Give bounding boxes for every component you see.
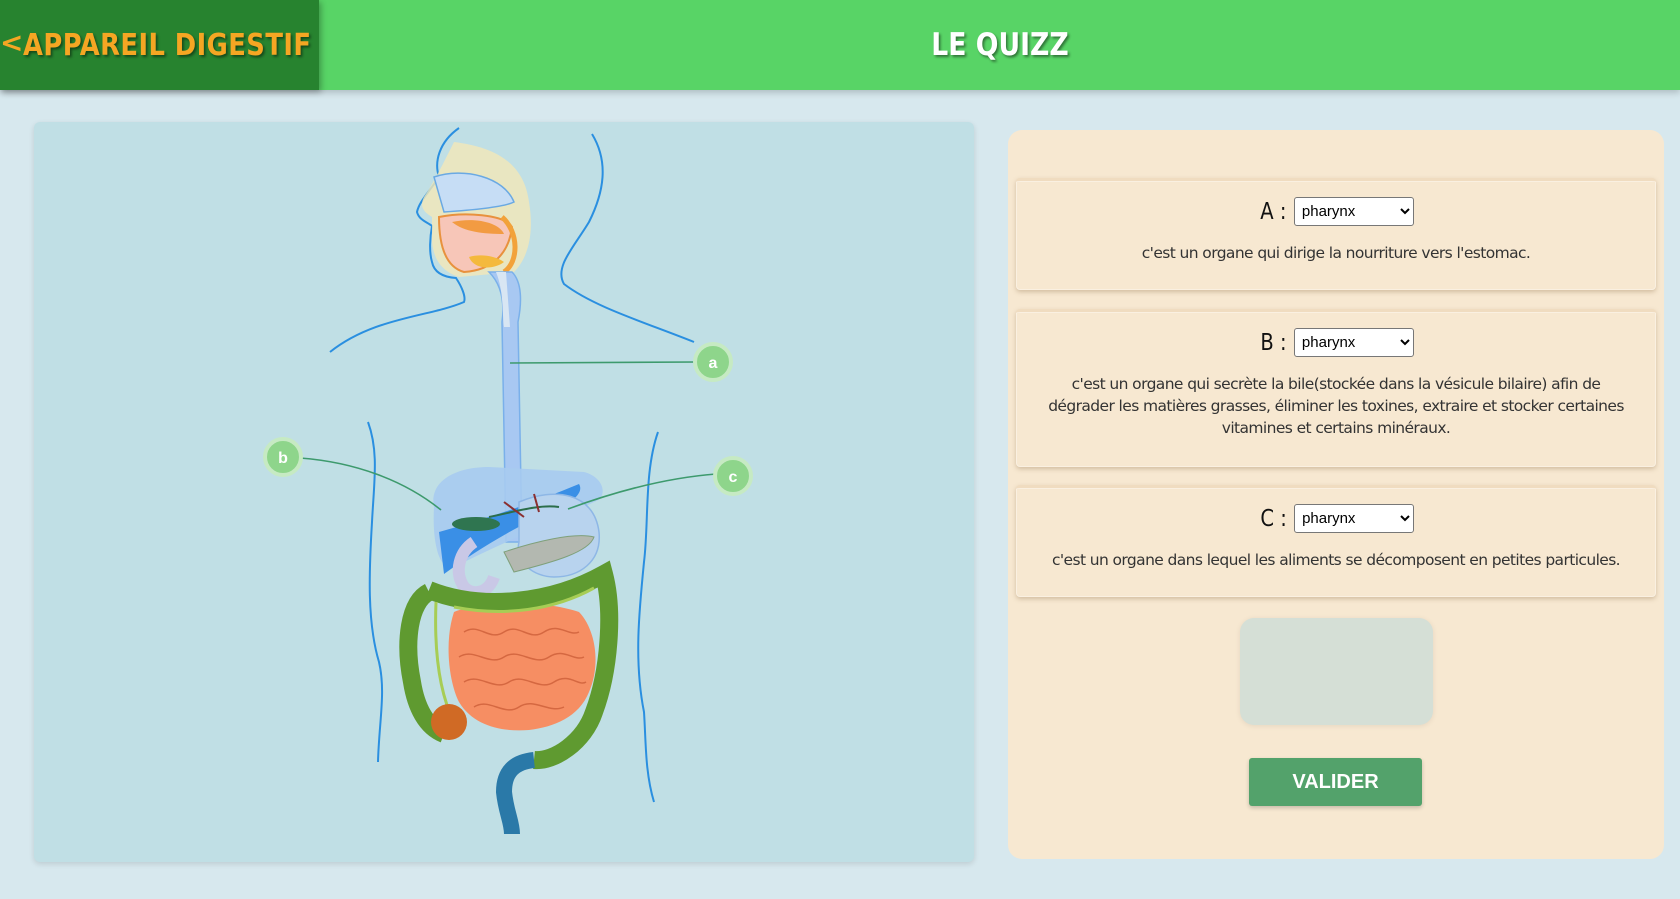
digestive-system-diagram: a b c [34, 122, 974, 862]
question-letter: B : [1260, 329, 1287, 356]
answer-select-a[interactable]: pharynx [1293, 197, 1414, 226]
back-button[interactable]: < APPAREIL DIGESTIF [0, 0, 319, 90]
page-title: LE QUIZZ [931, 27, 1069, 63]
question-text: c'est un organe qui secrète la bile(stoc… [1048, 375, 1624, 437]
validate-button[interactable]: VALIDER [1249, 758, 1422, 806]
answer-select-b[interactable]: pharynx [1293, 328, 1414, 357]
diagram-marker-c: c [713, 456, 753, 496]
chevron-left-icon[interactable]: < [0, 29, 23, 57]
svg-text:c: c [729, 469, 738, 486]
question-letter: A : [1260, 198, 1287, 225]
svg-text:b: b [278, 450, 288, 467]
top-bar: < APPAREIL DIGESTIF LE QUIZZ [0, 0, 1680, 90]
question-text: c'est un organe qui dirige la nourriture… [1141, 244, 1531, 262]
answer-select-c[interactable]: pharynx [1294, 504, 1415, 533]
back-label[interactable]: APPAREIL DIGESTIF [23, 28, 311, 63]
question-card-a: A : pharynx c'est un organe qui dirige l… [1016, 178, 1656, 290]
question-card-c: C : pharynx c'est un organe dans lequel … [1016, 485, 1656, 597]
digestive-system-illustration: a b c [263, 127, 753, 835]
diagram-marker-a: a [693, 342, 733, 382]
question-text: c'est un organe dans lequel les aliments… [1051, 551, 1621, 569]
result-feedback-box [1240, 618, 1433, 725]
quiz-panel: A : pharynx c'est un organe qui dirige l… [1008, 130, 1664, 859]
svg-text:a: a [709, 355, 718, 372]
question-card-b: B : pharynx c'est un organe qui secrète … [1016, 309, 1656, 467]
diagram-marker-b: b [263, 437, 303, 477]
question-letter: C : [1260, 505, 1287, 532]
